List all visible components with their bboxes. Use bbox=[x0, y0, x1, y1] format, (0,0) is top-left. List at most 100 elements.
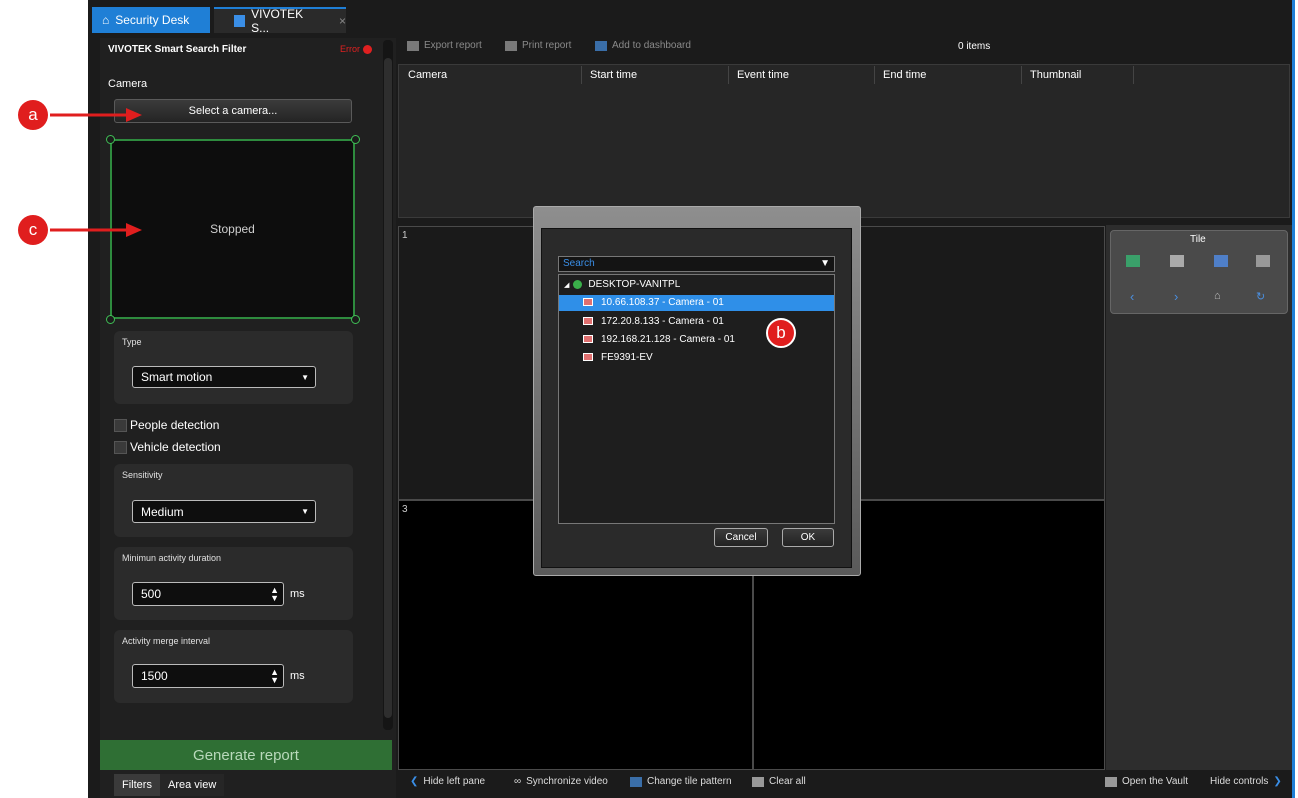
link-icon: ∞ bbox=[514, 776, 522, 787]
print-report-button[interactable]: Print report bbox=[505, 40, 571, 51]
camera-icon bbox=[583, 298, 593, 307]
select-camera-button[interactable]: Select a camera... bbox=[114, 99, 352, 123]
preview-status: Stopped bbox=[210, 222, 255, 236]
type-value: Smart motion bbox=[141, 370, 213, 384]
type-label: Type bbox=[122, 337, 142, 347]
synchronize-video-button[interactable]: ∞ Synchronize video bbox=[514, 776, 608, 787]
vehicle-detection-checkbox[interactable] bbox=[114, 441, 127, 454]
merge-interval-unit: ms bbox=[290, 670, 305, 682]
merge-interval-label: Activity merge interval bbox=[122, 636, 211, 646]
camera-icon bbox=[583, 317, 593, 326]
clear-all-label: Clear all bbox=[769, 776, 806, 787]
change-tile-pattern-button[interactable]: Change tile pattern bbox=[630, 776, 732, 787]
chevron-down-icon: ▼ bbox=[301, 507, 309, 516]
cancel-button[interactable]: Cancel bbox=[714, 528, 768, 547]
tab-vivotek[interactable]: VIVOTEK S... × bbox=[214, 7, 346, 35]
people-detection-checkbox[interactable] bbox=[114, 419, 127, 432]
column-camera[interactable]: Camera bbox=[400, 66, 582, 84]
filter-icon[interactable]: ▼ bbox=[820, 257, 830, 271]
filter-pane-title: VIVOTEK Smart Search Filter bbox=[108, 44, 247, 55]
tab-security-desk[interactable]: ⌂ Security Desk bbox=[92, 7, 210, 33]
people-detection-label: People detection bbox=[130, 418, 220, 432]
hide-left-pane-button[interactable]: ❮ Hide left pane bbox=[410, 776, 485, 787]
sensitivity-label: Sensitivity bbox=[122, 470, 163, 480]
min-duration-unit: ms bbox=[290, 588, 305, 600]
window-edge bbox=[1292, 0, 1295, 798]
type-select[interactable]: Smart motion ▼ bbox=[132, 366, 316, 388]
callout-c: c bbox=[18, 215, 48, 245]
close-icon[interactable]: × bbox=[339, 14, 346, 28]
tile-pattern-icon bbox=[630, 776, 642, 787]
camera-label: Camera bbox=[108, 78, 148, 90]
home-icon[interactable]: ⌂ bbox=[1214, 290, 1221, 302]
camera-icon bbox=[583, 353, 593, 362]
resize-handle[interactable] bbox=[351, 315, 360, 324]
tree-item-camera[interactable]: 10.66.108.37 - Camera - 01 bbox=[559, 295, 834, 311]
export-icon bbox=[407, 40, 419, 51]
tab-security-desk-label: Security Desk bbox=[115, 13, 190, 27]
synchronize-video-label: Synchronize video bbox=[526, 776, 608, 787]
tree-item-camera[interactable]: 192.168.21.128 - Camera - 01 bbox=[583, 332, 735, 348]
chevron-left-icon[interactable]: ‹ bbox=[1130, 289, 1134, 304]
export-report-button[interactable]: Export report bbox=[407, 40, 482, 51]
clear-all-button[interactable]: Clear all bbox=[752, 776, 806, 787]
error-icon bbox=[363, 45, 372, 55]
callout-a: a bbox=[18, 100, 48, 130]
tree-item-label: FE9391-EV bbox=[601, 352, 653, 363]
open-vault-button[interactable]: Open the Vault bbox=[1105, 776, 1188, 787]
column-thumbnail[interactable]: Thumbnail bbox=[1022, 66, 1134, 84]
callout-arrowhead-a bbox=[126, 108, 142, 122]
expand-icon[interactable]: ◢ bbox=[564, 282, 569, 289]
generate-report-button[interactable]: Generate report bbox=[100, 740, 392, 770]
results-grid[interactable] bbox=[398, 64, 1290, 218]
tree-item-label: 192.168.21.128 - Camera - 01 bbox=[601, 334, 735, 345]
spinner-arrows-icon[interactable]: ▲ ▼ bbox=[270, 586, 279, 603]
merge-interval-value: 1500 bbox=[141, 669, 168, 683]
hide-controls-button[interactable]: Hide controls ❯ bbox=[1210, 776, 1282, 787]
column-event-time[interactable]: Event time bbox=[729, 66, 875, 84]
spinner-arrows-icon[interactable]: ▲ ▼ bbox=[270, 668, 279, 685]
dashboard-icon bbox=[595, 40, 607, 51]
ok-button[interactable]: OK bbox=[782, 528, 834, 547]
filter-scrollbar-thumb[interactable] bbox=[384, 58, 392, 718]
tree-item-camera[interactable]: FE9391-EV bbox=[583, 350, 653, 366]
item-count: 0 items bbox=[958, 41, 991, 52]
camera-tree[interactable] bbox=[558, 274, 835, 524]
tile-number: 3 bbox=[402, 504, 408, 515]
tree-item-label: 10.66.108.37 - Camera - 01 bbox=[601, 297, 724, 308]
chevron-down-icon: ▼ bbox=[301, 372, 309, 382]
chevron-right-icon[interactable]: › bbox=[1174, 289, 1178, 304]
hide-left-pane-label: Hide left pane bbox=[423, 776, 486, 787]
change-tile-pattern-label: Change tile pattern bbox=[647, 776, 732, 787]
min-duration-value: 500 bbox=[141, 587, 162, 601]
resize-handle[interactable] bbox=[106, 315, 115, 324]
tree-item-label: 172.20.8.133 - Camera - 01 bbox=[601, 316, 724, 327]
tree-item-camera[interactable]: 172.20.8.133 - Camera - 01 bbox=[583, 314, 724, 330]
column-start-time[interactable]: Start time bbox=[582, 66, 729, 84]
min-duration-label: Minimun activity duration bbox=[122, 553, 222, 563]
merge-interval-input[interactable]: 1500 ▲ ▼ bbox=[132, 664, 284, 688]
tree-root[interactable]: ◢ DESKTOP-VANITPL bbox=[564, 277, 680, 293]
fullscreen-icon[interactable] bbox=[1170, 255, 1184, 267]
min-duration-input[interactable]: 500 ▲ ▼ bbox=[132, 582, 284, 606]
export-report-label: Export report bbox=[424, 40, 482, 51]
tile-pattern-icon[interactable] bbox=[1126, 255, 1140, 267]
column-end-time[interactable]: End time bbox=[875, 66, 1022, 84]
vivotek-icon bbox=[234, 15, 246, 27]
print-report-label: Print report bbox=[522, 40, 572, 51]
tab-filters[interactable]: Filters bbox=[114, 774, 160, 796]
error-indicator[interactable]: Error bbox=[340, 44, 372, 55]
tab-vivotek-label: VIVOTEK S... bbox=[251, 7, 304, 35]
tab-area-view[interactable]: Area view bbox=[160, 774, 225, 796]
camera-search-input[interactable]: Search ▼ bbox=[558, 256, 835, 272]
vehicle-detection-label: Vehicle detection bbox=[130, 440, 221, 454]
snapshot-icon[interactable] bbox=[1256, 255, 1270, 267]
refresh-icon[interactable]: ↻ bbox=[1256, 290, 1265, 303]
resize-handle[interactable] bbox=[351, 135, 360, 144]
vault-icon bbox=[1105, 776, 1117, 787]
add-to-dashboard-button[interactable]: Add to dashboard bbox=[595, 40, 691, 51]
tile-widget-title: Tile bbox=[1190, 234, 1206, 245]
binoculars-icon[interactable] bbox=[1214, 255, 1228, 267]
sensitivity-select[interactable]: Medium ▼ bbox=[132, 500, 316, 523]
chevron-left-icon: ❮ bbox=[410, 776, 419, 787]
